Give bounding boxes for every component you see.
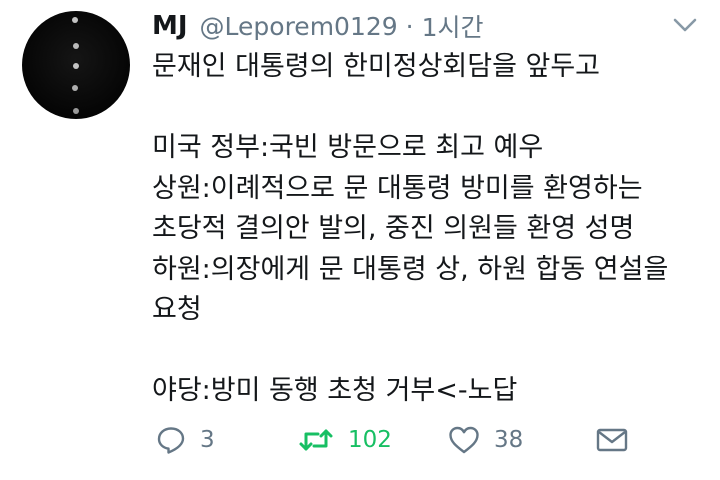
separator-dot: · bbox=[405, 11, 414, 41]
chevron-down-icon bbox=[673, 18, 697, 32]
tweet-text-line: 요청 bbox=[152, 294, 202, 325]
avatar-moon-decoration bbox=[73, 43, 79, 49]
avatar-moon-decoration bbox=[72, 85, 78, 91]
heart-icon bbox=[449, 426, 479, 454]
tweet-header: MJ @Leporem0129 · 1시간 bbox=[152, 6, 484, 46]
user-handle[interactable]: @Leporem0129 bbox=[200, 12, 398, 41]
tweet-timestamp[interactable]: 1시간 bbox=[422, 8, 484, 44]
avatar-moon-decoration bbox=[73, 108, 79, 114]
direct-message-button[interactable] bbox=[596, 420, 628, 460]
tweet-text-line: 문재인 대통령의 한미정상회담을 앞두고 bbox=[152, 51, 601, 82]
avatar-moon-decoration bbox=[72, 17, 78, 23]
tweet-text-line: 미국 정부:국빈 방문으로 최고 예우 bbox=[152, 132, 544, 163]
display-name[interactable]: MJ bbox=[152, 11, 188, 41]
like-button[interactable]: 38 bbox=[448, 420, 523, 460]
retweet-icon bbox=[299, 429, 333, 451]
tweet-text-line bbox=[152, 88, 712, 129]
tweet-actions: 3 102 38 bbox=[152, 420, 692, 460]
tweet-text-line: 야당:방미 동행 초청 거부<-노답 bbox=[152, 375, 518, 406]
like-count: 38 bbox=[494, 427, 524, 453]
retweet-button[interactable]: 102 bbox=[298, 420, 392, 460]
envelope-icon bbox=[596, 428, 628, 452]
avatar-moon-decoration bbox=[73, 63, 79, 69]
tweet-text-line bbox=[152, 331, 712, 372]
tweet-text: 문재인 대통령의 한미정상회담을 앞두고 미국 정부:국빈 방문으로 최고 예우… bbox=[152, 47, 712, 412]
reply-count: 3 bbox=[200, 427, 215, 453]
tweet-text-line: 하원:의장에게 문 대통령 상, 하원 합동 연설을 bbox=[152, 253, 669, 285]
tweet-text-line: 상원:이례적으로 문 대통령 방미를 환영하는 bbox=[152, 172, 643, 204]
avatar[interactable] bbox=[22, 11, 130, 119]
tweet-card[interactable]: MJ @Leporem0129 · 1시간 문재인 대통령의 한미정상회담을 앞… bbox=[0, 0, 720, 480]
more-options-button[interactable] bbox=[672, 14, 698, 36]
tweet-text-line: 초당적 결의안 발의, 중진 의원들 환영 성명 bbox=[152, 213, 635, 244]
reply-button[interactable]: 3 bbox=[156, 420, 215, 460]
reply-icon bbox=[157, 427, 185, 454]
retweet-count: 102 bbox=[348, 427, 392, 453]
